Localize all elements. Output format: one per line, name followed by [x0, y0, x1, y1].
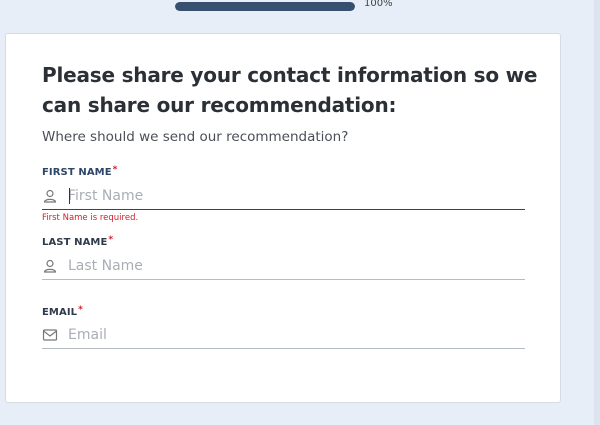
required-marker: * [112, 165, 118, 175]
first-name-error: First Name is required. [42, 213, 139, 223]
progress-fill [175, 2, 355, 11]
email-label: EMAIL* [42, 305, 83, 318]
form-subtitle: Where should we send our recommendation? [42, 129, 349, 145]
contact-form-card: Please share your contact information so… [5, 33, 561, 403]
user-icon [43, 259, 57, 273]
mail-icon [42, 329, 58, 341]
last-name-label: LAST NAME* [42, 235, 114, 248]
first-name-label: FIRST NAME* [42, 165, 118, 178]
email-label-text: EMAIL [42, 307, 78, 318]
email-input[interactable] [68, 325, 518, 345]
required-marker: * [78, 305, 83, 315]
required-marker: * [108, 235, 114, 245]
form-title: Please share your contact information so… [42, 63, 538, 117]
email-field[interactable] [42, 323, 525, 349]
progress-label: 100% [364, 0, 393, 9]
last-name-label-text: LAST NAME [42, 237, 108, 248]
text-caret [69, 188, 70, 204]
first-name-field[interactable] [42, 184, 525, 210]
last-name-field[interactable] [42, 254, 525, 280]
first-name-input[interactable] [68, 186, 518, 206]
window-edge [594, 0, 600, 425]
progress-track [175, 2, 355, 11]
progress-indicator: 100% [175, 0, 405, 14]
page: 100% Please share your contact informati… [0, 0, 600, 425]
user-icon [43, 189, 57, 203]
last-name-input[interactable] [68, 256, 518, 276]
first-name-label-text: FIRST NAME [42, 167, 112, 178]
